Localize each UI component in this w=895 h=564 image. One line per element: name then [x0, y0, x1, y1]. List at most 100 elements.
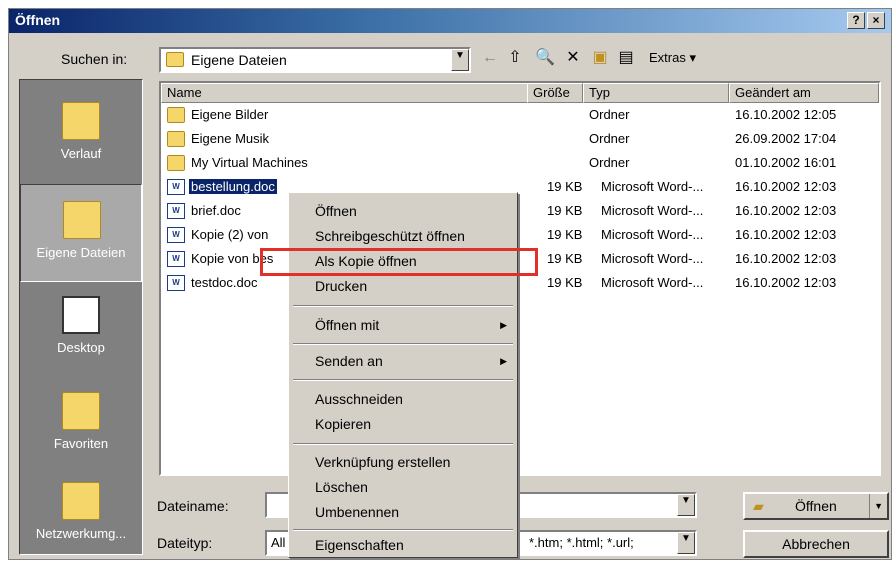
file-modified: 16.10.2002 12:03	[735, 251, 837, 266]
folder-icon	[167, 107, 185, 123]
new-folder-icon[interactable]: ▣	[589, 47, 611, 69]
menu-item-open-readonly[interactable]: Schreibgeschützt öffnen	[315, 228, 465, 244]
network-icon	[62, 482, 100, 520]
word-doc-icon: W	[167, 179, 185, 195]
highlight-box	[260, 248, 538, 276]
file-size: 19 KB	[547, 203, 583, 218]
list-item[interactable]: W brief.doc 19 KB Microsoft Word-... 16.…	[161, 199, 879, 223]
place-label: Eigene Dateien	[36, 245, 126, 260]
file-type: Microsoft Word-...	[601, 203, 704, 218]
list-item-selected[interactable]: W bestellung.doc 19 KB Microsoft Word-..…	[161, 175, 879, 199]
file-name: bestellung.doc	[189, 179, 277, 194]
file-name: Eigene Bilder	[191, 107, 269, 122]
help-button[interactable]: ?	[847, 12, 865, 29]
menu-item-delete[interactable]: Löschen	[315, 479, 368, 495]
column-type[interactable]: Typ	[583, 83, 729, 103]
file-name: Kopie (2) von	[191, 227, 269, 242]
desktop-icon	[62, 296, 100, 334]
file-type: Ordner	[589, 107, 630, 122]
list-item[interactable]: W Kopie (2) von 19 KB Microsoft Word-...…	[161, 223, 879, 247]
file-type: Ordner	[589, 155, 630, 170]
menu-separator	[293, 443, 513, 445]
place-desktop[interactable]: Desktop	[20, 280, 142, 378]
up-folder-icon[interactable]: ⇧	[504, 47, 526, 69]
submenu-arrow-icon: ▶	[500, 320, 507, 330]
chevron-down-icon[interactable]: ▼	[869, 494, 883, 518]
file-modified: 26.09.2002 17:04	[735, 131, 837, 146]
menu-item-copy[interactable]: Kopieren	[315, 416, 371, 432]
chevron-down-icon[interactable]: ▼	[677, 532, 695, 554]
menu-item-open-with[interactable]: Öffnen mit	[315, 317, 379, 333]
delete-icon[interactable]: ✕	[562, 47, 584, 69]
search-web-icon[interactable]: 🔍	[534, 47, 556, 69]
file-modified: 01.10.2002 16:01	[735, 155, 837, 170]
chevron-down-icon[interactable]: ▼	[677, 494, 695, 516]
word-doc-icon: W	[167, 275, 185, 291]
filetype-value-right: *.htm; *.html; *.url;	[529, 535, 634, 550]
column-name[interactable]: Name	[161, 83, 581, 103]
folder-icon	[167, 131, 185, 147]
folder-icon	[166, 52, 184, 67]
file-size: 19 KB	[547, 251, 583, 266]
menu-item-properties[interactable]: Eigenschaften	[315, 537, 404, 553]
column-modified[interactable]: Geändert am	[729, 83, 879, 103]
filename-label: Dateiname:	[157, 498, 229, 514]
file-name: brief.doc	[191, 203, 241, 218]
place-label: Favoriten	[53, 436, 109, 451]
file-modified: 16.10.2002 12:03	[735, 203, 837, 218]
menu-separator	[293, 305, 513, 307]
menu-separator	[293, 379, 513, 381]
menu-separator	[293, 343, 513, 345]
file-size: 19 KB	[547, 275, 583, 290]
list-item[interactable]: My Virtual Machines Ordner 01.10.2002 16…	[161, 151, 879, 175]
views-icon[interactable]: ▤	[615, 47, 637, 69]
word-doc-icon: W	[167, 251, 185, 267]
word-doc-icon: W	[167, 203, 185, 219]
open-folder-icon: ▰	[753, 498, 764, 514]
chevron-down-icon[interactable]: ▼	[451, 49, 469, 71]
dialog-title: Öffnen	[15, 12, 61, 28]
open-button-label: Öffnen	[795, 498, 837, 514]
menu-item-rename[interactable]: Umbenennen	[315, 504, 399, 520]
word-doc-icon: W	[167, 227, 185, 243]
file-size: 19 KB	[547, 227, 583, 242]
place-favorites[interactable]: Favoriten	[20, 376, 142, 474]
file-modified: 16.10.2002 12:03	[735, 275, 837, 290]
list-item[interactable]: Eigene Musik Ordner 26.09.2002 17:04	[161, 127, 879, 151]
menu-item-cut[interactable]: Ausschneiden	[315, 391, 403, 407]
folder-icon	[167, 155, 185, 171]
list-item[interactable]: Eigene Bilder Ordner 16.10.2002 12:05	[161, 103, 879, 127]
file-name: My Virtual Machines	[191, 155, 308, 170]
filetype-label: Dateityp:	[157, 535, 213, 551]
column-size[interactable]: Größe	[527, 83, 583, 103]
favorites-icon	[62, 392, 100, 430]
close-button[interactable]: ×	[867, 12, 885, 29]
place-label: Verlauf	[60, 146, 102, 161]
filetype-value-left: All	[271, 535, 286, 550]
file-name: Eigene Musik	[191, 131, 270, 146]
place-network[interactable]: Netzwerkumg...	[20, 466, 142, 564]
place-label: Desktop	[57, 340, 105, 355]
file-modified: 16.10.2002 12:03	[735, 227, 837, 242]
menu-item-send-to[interactable]: Senden an	[315, 353, 383, 369]
lookin-combo[interactable]: Eigene Dateien ▼	[159, 47, 471, 73]
extras-menu[interactable]: Extras ▾	[649, 50, 696, 66]
file-modified: 16.10.2002 12:05	[735, 107, 837, 122]
cancel-button[interactable]: Abbrechen	[743, 530, 889, 558]
submenu-arrow-icon: ▶	[500, 356, 507, 366]
file-list[interactable]: Name Größe Typ Geändert am Eigene Bilder…	[159, 81, 881, 476]
place-label: Netzwerkumg...	[35, 526, 127, 541]
menu-item-open[interactable]: Öffnen	[315, 203, 357, 219]
open-button[interactable]: ▰ Öffnen ▼	[743, 492, 889, 520]
place-history[interactable]: Verlauf	[20, 86, 142, 184]
context-menu: Öffnen Schreibgeschützt öffnen Als Kopie…	[288, 192, 518, 558]
menu-item-print[interactable]: Drucken	[315, 278, 367, 294]
history-icon	[62, 102, 100, 140]
menu-item-create-shortcut[interactable]: Verknüpfung erstellen	[315, 454, 450, 470]
file-modified: 16.10.2002 12:03	[735, 179, 837, 194]
place-my-documents[interactable]: Eigene Dateien	[20, 184, 142, 282]
places-bar: Verlauf Eigene Dateien Desktop Favoriten…	[19, 79, 143, 555]
file-type: Ordner	[589, 131, 630, 146]
my-documents-icon	[63, 201, 101, 239]
back-icon[interactable]: ←	[479, 47, 501, 69]
